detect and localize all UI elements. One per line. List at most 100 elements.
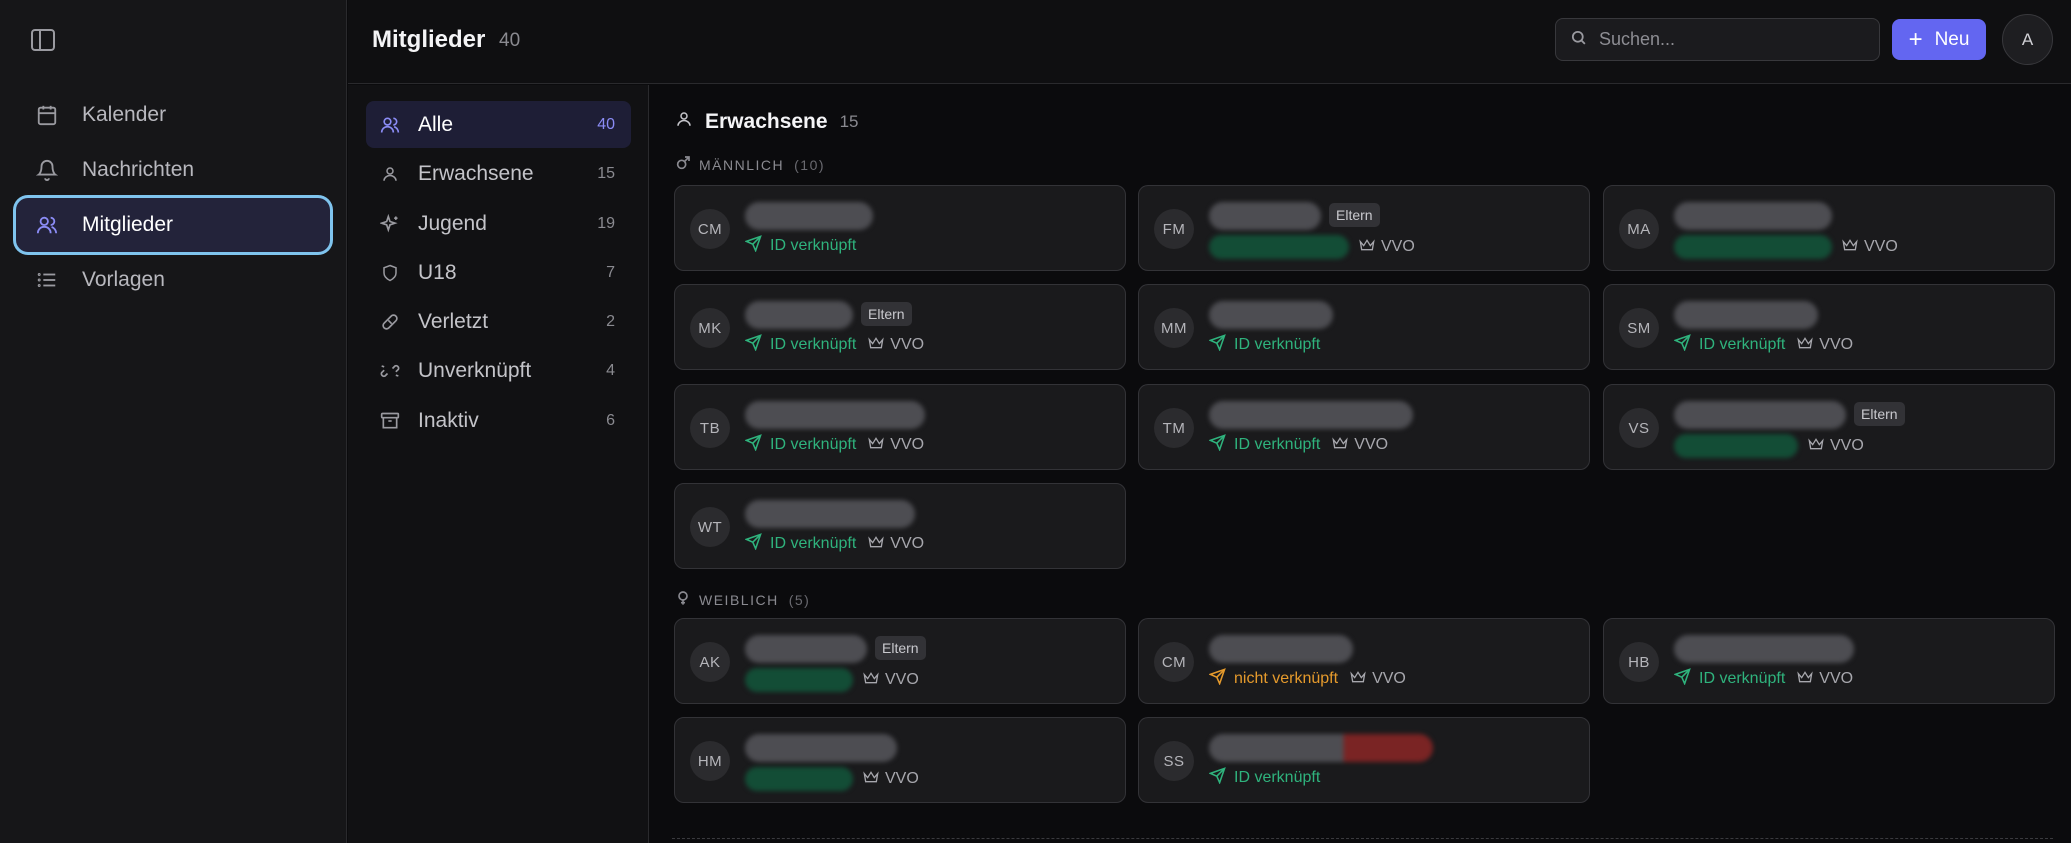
bandage-icon — [378, 310, 402, 334]
filter-label: Unverknüpft — [418, 358, 532, 382]
member-status-row: VVO — [1674, 434, 1864, 458]
member-avatar: HM — [690, 741, 730, 781]
sidebar-item-nachrichten[interactable]: Nachrichten — [16, 143, 330, 197]
users-icon — [378, 113, 402, 137]
avatar[interactable]: A — [2002, 14, 2053, 65]
vvo-badge: VVO — [868, 436, 924, 455]
vvo-badge: VVO — [863, 671, 919, 690]
sidebar-nav: Kalender Nachrichten Mitglieder Vorlagen — [16, 88, 330, 308]
vvo-badge: VVO — [1808, 437, 1864, 456]
member-avatar: MA — [1619, 209, 1659, 249]
filter-alle[interactable]: Alle 40 — [366, 101, 631, 148]
member-card[interactable]: HB ID verknüpft VVO — [1603, 618, 2055, 704]
id-linked-status: ID verknüpft — [1208, 434, 1320, 456]
status-redacted — [1674, 235, 1832, 259]
vvo-badge: VVO — [1332, 436, 1388, 455]
section-count: 15 — [839, 111, 859, 131]
member-card[interactable]: MK Eltern ID verknüpft VVO — [674, 284, 1126, 370]
filter-jugend[interactable]: Jugend 19 — [366, 200, 631, 247]
member-card[interactable]: CM nicht verknüpft VVO — [1138, 618, 1590, 704]
vvo-badge: VVO — [1350, 670, 1406, 689]
sidebar-item-label: Vorlagen — [82, 268, 165, 291]
crown-icon — [863, 671, 885, 690]
filter-count: 7 — [606, 263, 615, 281]
filter-verletzt[interactable]: Verletzt 2 — [366, 298, 631, 345]
send-icon — [1673, 668, 1699, 690]
member-status-row: nicht verknüpft VVO — [1208, 668, 1406, 690]
member-status-row: ID verknüpft — [744, 235, 868, 257]
vvo-badge: VVO — [863, 770, 919, 789]
member-name-redacted — [1674, 635, 1854, 663]
user-icon — [378, 162, 402, 186]
id-linked-status: ID verknüpft — [744, 334, 856, 356]
filter-u18[interactable]: U18 7 — [366, 249, 631, 296]
member-status-row: ID verknüpft VVO — [744, 434, 924, 456]
member-card[interactable]: AK Eltern VVO — [674, 618, 1126, 704]
member-card[interactable]: MA VVO — [1603, 185, 2055, 271]
status-redacted — [1209, 235, 1349, 259]
filter-count: 19 — [597, 214, 615, 232]
member-card[interactable]: CM ID verknüpft — [674, 185, 1126, 271]
user-icon — [675, 109, 693, 134]
users-icon — [34, 212, 60, 238]
page-title: Mitglieder — [372, 26, 486, 53]
sidebar-item-mitglieder[interactable]: Mitglieder — [16, 198, 330, 252]
filter-label: Alle — [418, 112, 454, 136]
vvo-badge: VVO — [868, 535, 924, 554]
divider — [672, 838, 2053, 839]
member-card[interactable]: WT ID verknüpft VVO — [674, 483, 1126, 569]
member-status-row: ID verknüpft — [1208, 334, 1332, 356]
id-linked-status: ID verknüpft — [1208, 767, 1320, 789]
sidebar-item-kalender[interactable]: Kalender — [16, 88, 330, 142]
new-button[interactable]: + Neu — [1892, 19, 1986, 60]
filter-count: 6 — [606, 411, 615, 429]
bell-icon — [34, 157, 60, 183]
filter-panel: Alle 40 Erwachsene 15 Jugend 19 U18 7 Ve… — [348, 85, 649, 843]
filter-inaktiv[interactable]: Inaktiv 6 — [366, 397, 631, 444]
id-unlinked-status: nicht verknüpft — [1208, 668, 1338, 690]
filter-erwachsene[interactable]: Erwachsene 15 — [366, 150, 631, 197]
member-card[interactable]: VS Eltern VVO — [1603, 384, 2055, 470]
member-status-row: VVO — [1674, 235, 1898, 259]
member-status-row: ID verknüpft VVO — [1208, 434, 1388, 456]
sidebar-toggle-icon[interactable] — [30, 28, 56, 52]
filter-label: Erwachsene — [418, 161, 534, 185]
search-input[interactable] — [1599, 29, 1869, 50]
member-card[interactable]: FM Eltern VVO — [1138, 185, 1590, 271]
crown-icon — [1359, 238, 1381, 257]
member-card[interactable]: TM ID verknüpft VVO — [1138, 384, 1590, 470]
member-status-row: VVO — [745, 767, 919, 791]
filter-unverknuepft[interactable]: Unverknüpft 4 — [366, 347, 631, 394]
status-redacted — [745, 767, 853, 791]
status-redacted — [1674, 434, 1798, 458]
sidebar-item-label: Nachrichten — [82, 158, 195, 181]
send-icon — [744, 434, 770, 456]
search-icon — [1570, 29, 1587, 51]
member-avatar: SS — [1154, 741, 1194, 781]
send-icon — [1208, 767, 1234, 789]
send-icon — [1208, 334, 1234, 356]
member-card[interactable]: SM ID verknüpft VVO — [1603, 284, 2055, 370]
sidebar-item-vorlagen[interactable]: Vorlagen — [16, 253, 330, 307]
filter-label: Verletzt — [418, 309, 489, 333]
id-linked-status: ID verknüpft — [744, 533, 856, 555]
id-linked-status: ID verknüpft — [744, 434, 856, 456]
crown-icon — [1350, 670, 1372, 689]
member-status-row: ID verknüpft VVO — [744, 334, 924, 356]
member-name-redacted — [745, 635, 867, 663]
sidebar: Kalender Nachrichten Mitglieder Vorlagen — [0, 0, 347, 843]
member-status-row: VVO — [1209, 235, 1415, 259]
member-card[interactable]: TB ID verknüpft VVO — [674, 384, 1126, 470]
crown-icon — [868, 535, 890, 554]
member-card[interactable]: MM ID verknüpft — [1138, 284, 1590, 370]
member-status-row: ID verknüpft VVO — [1673, 668, 1853, 690]
crown-icon — [1842, 238, 1864, 257]
member-name-redacted — [1674, 401, 1846, 429]
search-box[interactable] — [1555, 18, 1880, 61]
member-card[interactable]: SS ID verknüpft — [1138, 717, 1590, 803]
member-avatar: AK — [690, 642, 730, 682]
page-count: 40 — [499, 30, 521, 51]
member-card[interactable]: HM VVO — [674, 717, 1126, 803]
id-linked-status: ID verknüpft — [744, 235, 856, 257]
sidebar-item-label: Kalender — [82, 103, 167, 126]
